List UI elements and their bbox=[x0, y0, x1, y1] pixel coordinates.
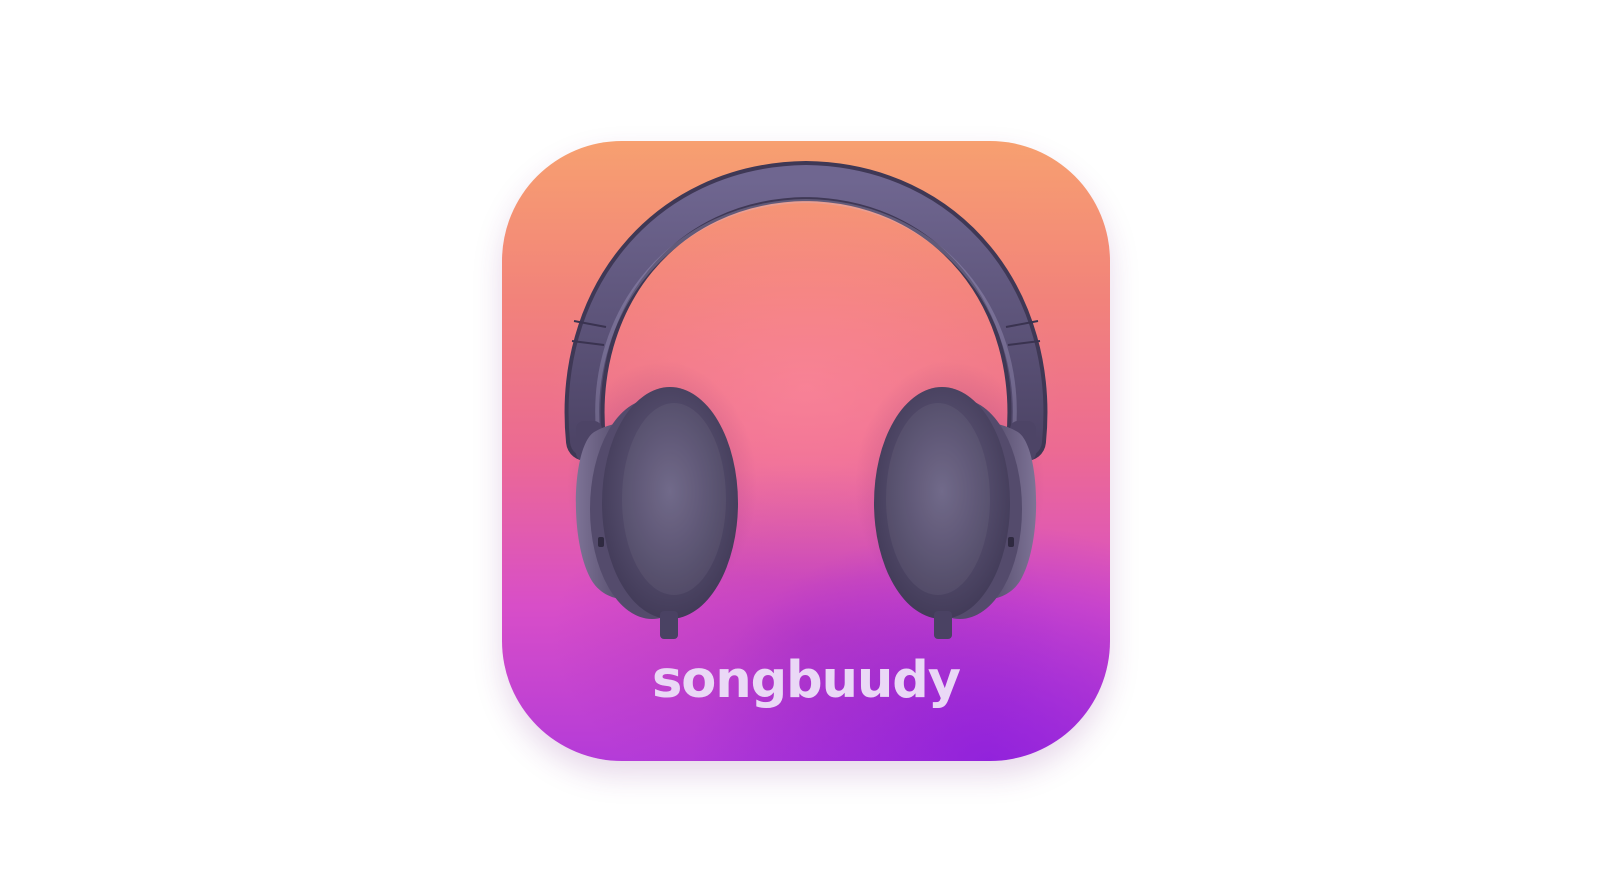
canvas: songbuudy bbox=[0, 0, 1600, 896]
app-wordmark: songbuudy bbox=[651, 651, 961, 710]
app-icon[interactable]: songbuudy bbox=[502, 141, 1110, 761]
